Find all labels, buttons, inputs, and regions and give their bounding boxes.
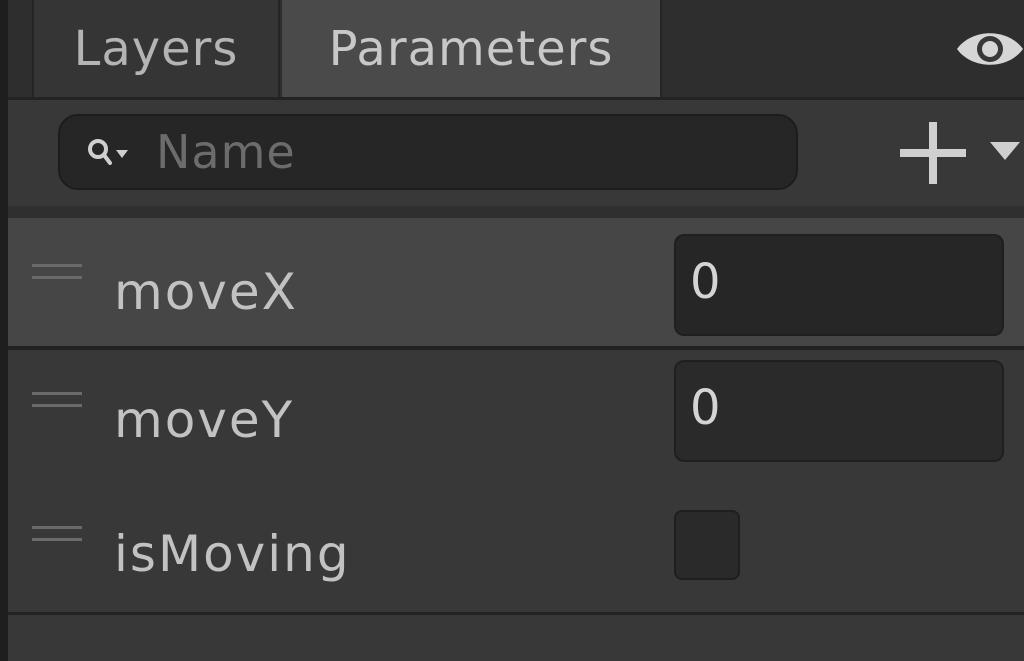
- parameter-name: moveX: [114, 263, 298, 321]
- parameter-list: moveX 0 moveY 0 isMoving: [8, 218, 1024, 610]
- tab-label: Layers: [73, 20, 239, 77]
- parameter-name: isMoving: [114, 525, 351, 583]
- search-box: [58, 114, 798, 190]
- tab-label: Parameters: [328, 20, 614, 77]
- parameter-row-movey[interactable]: moveY 0: [8, 350, 1024, 484]
- chevron-down-icon: [990, 142, 1020, 160]
- tab-bar: Layers Parameters: [8, 0, 1024, 100]
- parameter-checkbox[interactable]: [674, 510, 740, 580]
- tab-layers[interactable]: Layers: [32, 0, 280, 97]
- drag-handle-icon[interactable]: [32, 262, 82, 284]
- list-divider: [8, 612, 1024, 615]
- panel-edge: [0, 0, 8, 661]
- parameter-name: moveY: [114, 391, 295, 449]
- search-icon[interactable]: [86, 136, 132, 170]
- parameter-row-ismoving[interactable]: isMoving: [8, 484, 1024, 610]
- parameter-row-movex[interactable]: moveX 0: [8, 218, 1024, 350]
- parameter-value-field[interactable]: 0: [674, 360, 1004, 462]
- drag-handle-icon[interactable]: [32, 390, 82, 412]
- plus-icon: [900, 122, 966, 184]
- animator-panel: Layers Parameters Name moveX 0 moveY 0 i…: [0, 0, 1024, 661]
- search-row: [8, 100, 1024, 218]
- drag-handle-icon[interactable]: [32, 524, 82, 546]
- eye-icon[interactable]: [954, 26, 1024, 72]
- search-input[interactable]: [156, 122, 776, 182]
- tab-parameters[interactable]: Parameters: [282, 0, 662, 97]
- add-parameter-button[interactable]: [896, 118, 1024, 188]
- parameter-value-field[interactable]: 0: [674, 234, 1004, 336]
